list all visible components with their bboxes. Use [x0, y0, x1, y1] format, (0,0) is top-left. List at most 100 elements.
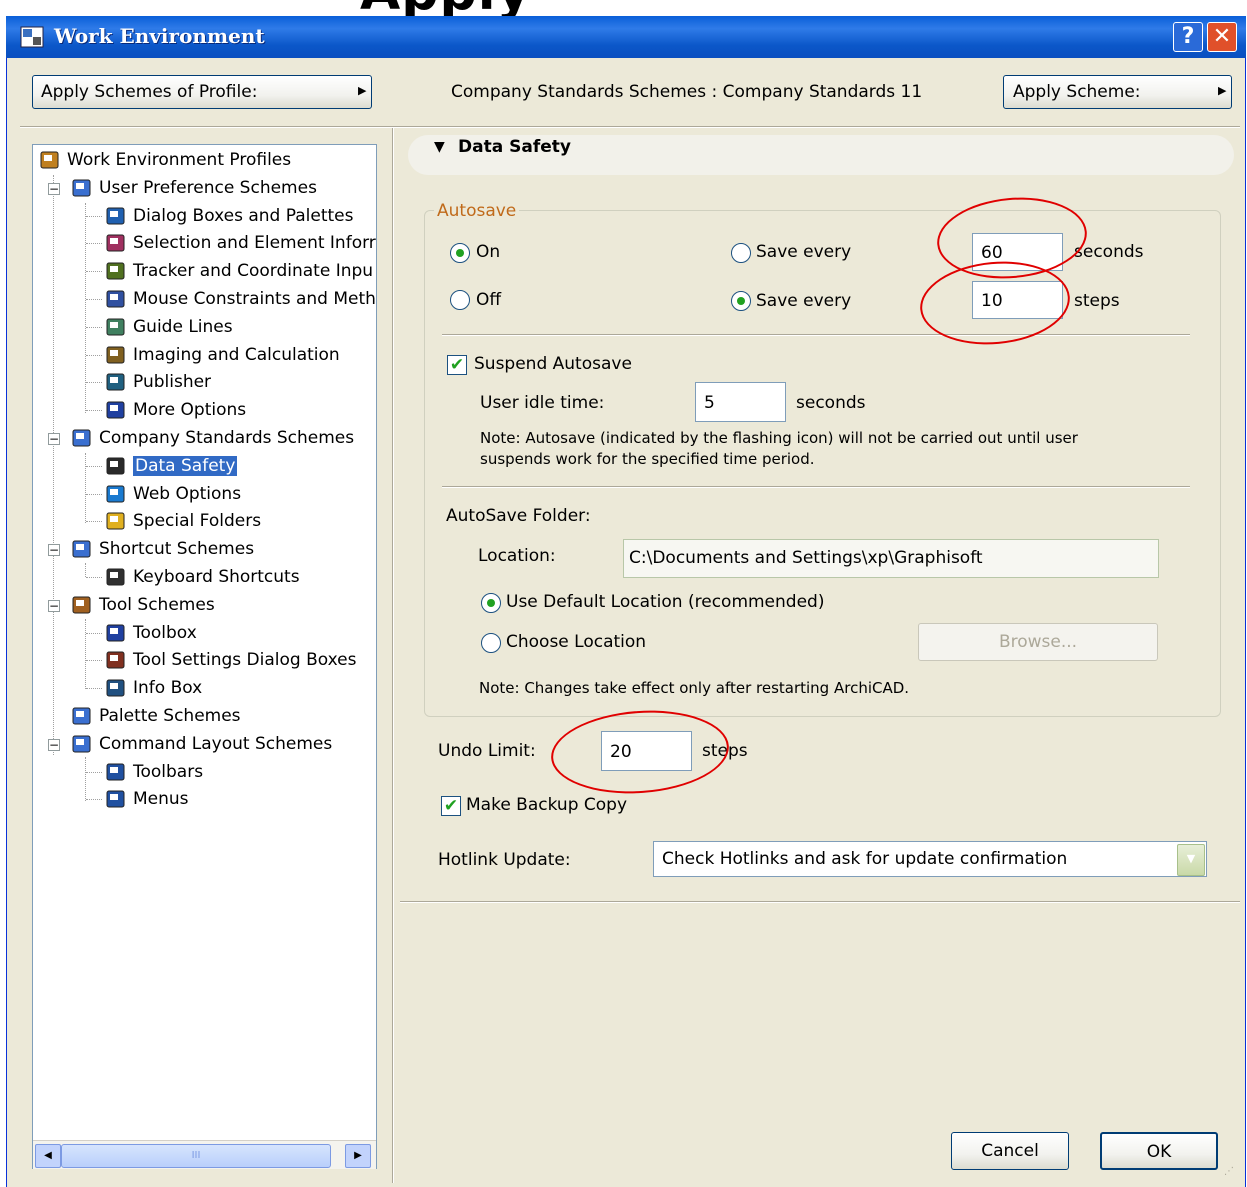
tree-item-label: Command Layout Schemes — [99, 733, 333, 754]
menus-icon — [105, 788, 127, 810]
cancel-button[interactable]: Cancel — [951, 1132, 1069, 1170]
tree-item[interactable]: Tracker and Coordinate Inpu — [105, 258, 373, 284]
tree-item[interactable]: Shortcut Schemes — [71, 536, 254, 562]
tree-item[interactable]: Guide Lines — [105, 314, 233, 340]
choose-location-label: Choose Location — [506, 632, 647, 652]
tree-item-label: Publisher — [133, 372, 212, 393]
window-title: Work Environment — [54, 24, 265, 48]
apply-profile-button[interactable]: Apply Schemes of Profile: ▶ — [32, 75, 372, 109]
tree-item[interactable]: Keyboard Shortcuts — [105, 564, 300, 590]
collapse-icon[interactable]: − — [48, 599, 60, 612]
apply-scheme-button[interactable]: Apply Scheme: ▶ — [1003, 75, 1232, 109]
collapse-icon[interactable]: − — [48, 182, 60, 195]
banner-text: Apply — [0, 0, 1247, 16]
close-button[interactable]: ✕ — [1207, 22, 1237, 52]
divider — [442, 334, 1190, 336]
scroll-right-icon[interactable]: ▶ — [345, 1144, 371, 1168]
default-location-radio[interactable] — [481, 593, 501, 613]
save-every-steps-radio[interactable] — [731, 291, 751, 311]
splitter[interactable] — [392, 128, 394, 1183]
tree-item[interactable]: Publisher — [105, 369, 211, 395]
tree-item[interactable]: Company Standards Schemes — [71, 425, 354, 451]
tree-item[interactable]: Toolbox — [105, 620, 197, 646]
tree-item[interactable]: User Preference Schemes — [71, 175, 317, 201]
toolbox-icon — [105, 622, 127, 644]
tree-item[interactable]: Info Box — [105, 675, 202, 701]
section-header[interactable]: ▼ Data Safety — [408, 135, 1234, 175]
tree-item[interactable]: Mouse Constraints and Meth — [105, 286, 376, 312]
tree-item-label: More Options — [133, 400, 247, 421]
autosave-off-label: Off — [476, 290, 502, 310]
toolbars-icon — [105, 761, 127, 783]
tree-item-label: Palette Schemes — [99, 706, 241, 726]
tree-item[interactable]: Selection and Element Inforr — [105, 230, 376, 256]
guide-icon — [105, 316, 127, 338]
tree-item[interactable]: Command Layout Schemes — [71, 731, 332, 757]
tree-item-label: Web Options — [133, 483, 242, 504]
help-button[interactable]: ? — [1173, 22, 1203, 52]
tree-item[interactable]: Palette Schemes — [71, 703, 241, 729]
tree-item[interactable]: Tool Schemes — [71, 592, 215, 618]
save-every-seconds-radio[interactable] — [731, 243, 751, 263]
tree-item[interactable]: Tool Settings Dialog Boxes — [105, 647, 357, 673]
idle-time-unit: seconds — [796, 393, 866, 413]
tree-item-selected[interactable]: Data Safety — [105, 453, 238, 479]
apply-scheme-label: Apply Scheme: — [1013, 82, 1141, 102]
tool-schemes-icon — [71, 594, 93, 616]
resize-grip[interactable]: ⋰ — [1224, 1166, 1240, 1182]
restart-note: Note: Changes take effect only after res… — [479, 679, 910, 697]
tree-item[interactable]: Menus — [105, 786, 189, 812]
info-box-icon — [105, 677, 127, 699]
tree-item-label: Shortcut Schemes — [99, 539, 255, 560]
tree-item[interactable]: Toolbars — [105, 759, 203, 785]
backup-copy-checkbox[interactable]: ✔ — [441, 796, 461, 816]
tree-item-label: Company Standards Schemes — [99, 428, 355, 448]
autosave-note-line1: Note: Autosave (indicated by the flashin… — [480, 429, 1078, 447]
tree-item[interactable]: Special Folders — [105, 508, 261, 534]
autosave-note-line2: suspends work for the specified time per… — [480, 450, 815, 468]
tree-item-label: Guide Lines — [133, 316, 233, 337]
divider — [20, 126, 1240, 128]
tree-item-label: Keyboard Shortcuts — [133, 567, 300, 587]
tree-item-label: Special Folders — [133, 511, 262, 532]
collapse-icon[interactable]: − — [48, 544, 60, 557]
tree-item[interactable]: More Options — [105, 397, 246, 423]
shortcut-icon — [105, 566, 127, 588]
command-schemes-icon — [71, 733, 93, 755]
tree-item[interactable]: Web Options — [105, 481, 241, 507]
choose-location-radio[interactable] — [481, 633, 501, 653]
arrow-right-icon: ▶ — [1218, 84, 1227, 97]
autosave-on-radio[interactable] — [450, 243, 470, 263]
scroll-left-icon[interactable]: ◀ — [35, 1144, 61, 1168]
tree-item-label: Imaging and Calculation — [133, 344, 340, 365]
tree-item[interactable]: Work Environment Profiles — [39, 147, 291, 173]
company-schemes-icon — [71, 427, 93, 449]
save-every-steps-label: Save every — [756, 291, 852, 311]
tree-item[interactable]: Dialog Boxes and Palettes — [105, 203, 353, 229]
title-bar[interactable]: Work Environment ? ✕ — [6, 16, 1246, 58]
tree-item-label: Info Box — [133, 678, 203, 699]
collapse-icon[interactable]: − — [48, 738, 60, 751]
steps-unit: steps — [1074, 291, 1120, 311]
arrow-right-icon: ▶ — [358, 84, 367, 97]
palette-schemes-icon — [71, 705, 93, 727]
idle-time-input[interactable]: 5 — [695, 382, 786, 422]
scroll-thumb[interactable]: III — [61, 1144, 331, 1168]
autosave-off-radio[interactable] — [450, 290, 470, 310]
suspend-autosave-checkbox[interactable]: ✔ — [447, 355, 467, 375]
ok-button[interactable]: OK — [1100, 1132, 1218, 1170]
tree-item-label: Toolbars — [133, 761, 204, 782]
settings-tree[interactable]: Work Environment Profiles − User Preferenc… — [32, 144, 377, 1169]
options-icon — [105, 399, 127, 421]
tree-item[interactable]: Imaging and Calculation — [105, 342, 340, 368]
seconds-unit: seconds — [1074, 242, 1144, 262]
tool-settings-icon — [105, 649, 127, 671]
tree-scrollbar[interactable]: ◀ III ▶ — [33, 1140, 376, 1169]
browse-button[interactable]: Browse... — [918, 623, 1158, 661]
chevron-down-icon[interactable]: ▼ — [1177, 844, 1205, 876]
collapse-icon[interactable]: − — [48, 433, 60, 445]
mouse-icon — [105, 288, 127, 310]
hotlink-update-select[interactable]: Check Hotlinks and ask for update confir… — [653, 841, 1207, 877]
location-field: C:\Documents and Settings\xp\Graphisoft — [623, 539, 1159, 578]
divider — [400, 901, 1240, 903]
